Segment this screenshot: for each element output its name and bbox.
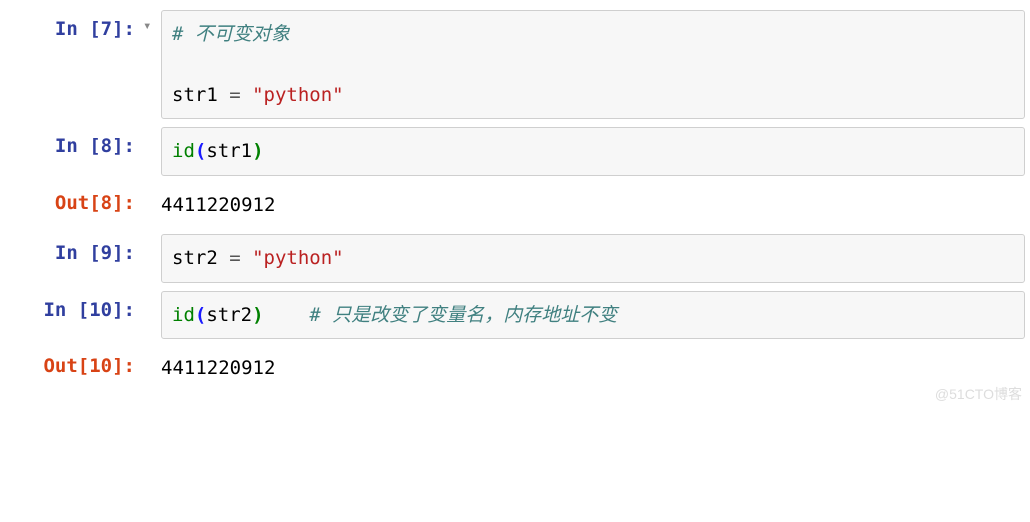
run-arrow-spacer bbox=[143, 291, 161, 339]
input-prompt: In [7]: bbox=[5, 10, 143, 119]
run-arrow-spacer bbox=[143, 184, 161, 227]
code-cell: In [7]: ▾ # 不可变对象 str1 = "python" bbox=[5, 10, 1025, 119]
run-arrow-spacer bbox=[143, 234, 161, 282]
code-string: "python" bbox=[252, 84, 344, 106]
output-cell: Out[8]: 4411220912 bbox=[5, 184, 1025, 227]
output-text: 4411220912 bbox=[161, 184, 1025, 227]
code-input[interactable]: str2 = "python" bbox=[161, 234, 1025, 282]
code-string: "python" bbox=[252, 247, 344, 269]
code-input[interactable]: id(str1) bbox=[161, 127, 1025, 175]
code-paren: ( bbox=[195, 140, 206, 162]
code-input[interactable]: id(str2) # 只是改变了变量名，内存地址不变 bbox=[161, 291, 1025, 339]
run-arrow-spacer bbox=[143, 347, 161, 390]
code-cell: In [9]: str2 = "python" bbox=[5, 234, 1025, 282]
code-variable: str2 bbox=[172, 247, 218, 269]
code-variable: str2 bbox=[206, 304, 252, 326]
code-function: id bbox=[172, 140, 195, 162]
run-arrow-spacer bbox=[143, 127, 161, 175]
output-cell: Out[10]: 4411220912 bbox=[5, 347, 1025, 390]
watermark-text: @51CTO博客 bbox=[935, 384, 1022, 404]
input-prompt: In [8]: bbox=[5, 127, 143, 175]
code-variable: str1 bbox=[206, 140, 252, 162]
code-input[interactable]: # 不可变对象 str1 = "python" bbox=[161, 10, 1025, 119]
output-text: 4411220912 bbox=[161, 347, 1025, 390]
code-cell: In [10]: id(str2) # 只是改变了变量名，内存地址不变 bbox=[5, 291, 1025, 339]
code-cell: In [8]: id(str1) bbox=[5, 127, 1025, 175]
code-variable: str1 bbox=[172, 84, 218, 106]
code-comment: # 只是改变了变量名，内存地址不变 bbox=[309, 304, 617, 326]
output-prompt: Out[10]: bbox=[5, 347, 143, 390]
code-function: id bbox=[172, 304, 195, 326]
run-arrow-icon[interactable]: ▾ bbox=[143, 10, 161, 119]
code-comment: # 不可变对象 bbox=[172, 23, 290, 45]
code-operator: = bbox=[218, 247, 252, 269]
code-paren: ) bbox=[252, 140, 263, 162]
code-operator: = bbox=[218, 84, 252, 106]
code-paren: ( bbox=[195, 304, 206, 326]
input-prompt: In [9]: bbox=[5, 234, 143, 282]
code-paren: ) bbox=[252, 304, 263, 326]
input-prompt: In [10]: bbox=[5, 291, 143, 339]
output-prompt: Out[8]: bbox=[5, 184, 143, 227]
